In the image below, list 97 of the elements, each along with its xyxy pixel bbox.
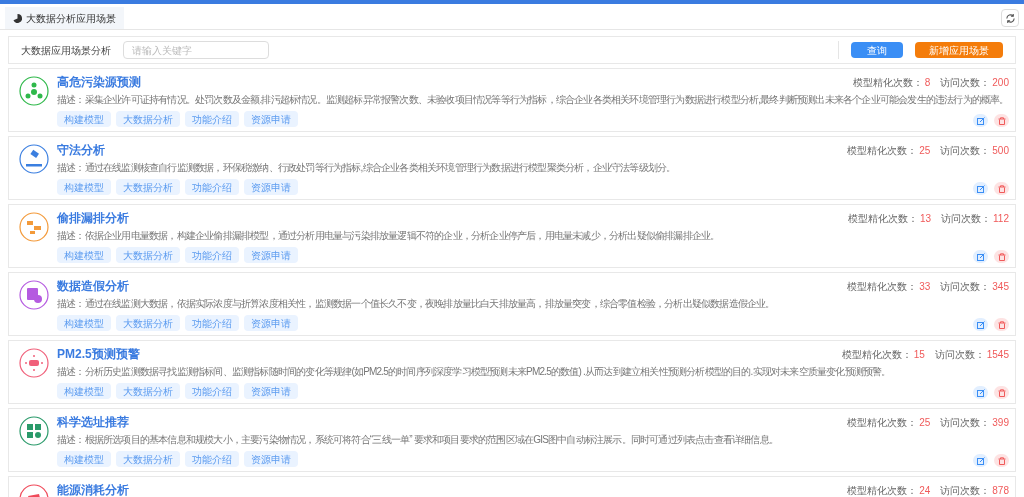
- stat-value: 345: [992, 279, 1009, 294]
- stat-label: 访问次数：: [934, 347, 985, 362]
- scenario-description: 描述：根据所选项目的基本信息和规模大小，主要污染物情况，系统可将符合“三线一单” 要求和项目要求的范围区域在GIS图中自动标注展示。同时可通过列表点击查看详细信息。: [57, 433, 780, 447]
- tab[interactable]: 大数据分析应用场景: [5, 7, 124, 29]
- tag-button[interactable]: 资源申请: [244, 315, 298, 331]
- scenario-title[interactable]: PM2.5预测预警: [57, 345, 140, 363]
- stat-value: 500: [992, 143, 1009, 158]
- delete-button[interactable]: [994, 114, 1009, 127]
- delete-button[interactable]: [994, 386, 1009, 399]
- edit-icon: [976, 116, 985, 125]
- search-field[interactable]: 请输入关键字: [123, 41, 269, 59]
- stat-value: 33: [919, 279, 931, 294]
- delete-button[interactable]: [994, 250, 1009, 263]
- stat-label: 访问次数：: [940, 483, 991, 497]
- stat-value: 15: [913, 347, 925, 362]
- tag-button[interactable]: 资源申请: [244, 383, 298, 399]
- scenario-description: 描述：采集企业许可证持有情况。处罚次数及金额.排污超标情况。监测超标异常报警次数、未验收项目情况等等行为指标，综合企业各类相关环境管理行为数据进行模型分析,最终判断预测出未来各个企业可能会发生的违法行为的概率。: [57, 93, 1009, 107]
- tag-button[interactable]: 资源申请: [244, 179, 298, 195]
- tag-button[interactable]: 构建模型: [57, 179, 111, 195]
- tag-button[interactable]: 资源申请: [244, 111, 298, 127]
- stat-label: 访问次数：: [940, 279, 991, 294]
- edit-button[interactable]: [973, 250, 988, 263]
- edit-button[interactable]: [973, 114, 988, 127]
- tag-button[interactable]: 功能介绍: [185, 451, 239, 467]
- trash-icon: [997, 116, 1006, 125]
- stat-label: 访问次数：: [941, 211, 992, 226]
- scenario-title[interactable]: 高危污染源预测: [57, 73, 141, 91]
- stat-label: 模型精化次数：: [847, 143, 918, 158]
- scenario-title[interactable]: 数据造假分析: [57, 277, 129, 295]
- tag-button[interactable]: 资源申请: [244, 451, 298, 467]
- stat-value: 24: [919, 483, 931, 497]
- trash-icon: [997, 388, 1006, 397]
- scenario-title[interactable]: 偷排漏排分析: [57, 209, 129, 227]
- edit-icon: [976, 252, 985, 261]
- stat-value: 25: [919, 415, 931, 430]
- edit-icon: [976, 456, 985, 465]
- delete-button[interactable]: [994, 454, 1009, 467]
- search-label: 大数据应用场景分析: [21, 43, 111, 58]
- tag-button[interactable]: 功能介绍: [185, 247, 239, 263]
- stat-value: 25: [919, 143, 931, 158]
- trash-icon: [997, 252, 1006, 261]
- scenario-title[interactable]: 能源消耗分析: [57, 481, 129, 497]
- stat-label: 访问次数：: [940, 75, 991, 90]
- tag-button[interactable]: 构建模型: [57, 247, 111, 263]
- scenario-description: 描述：分析历史监测数据寻找监测指标间、监测指标随时间的变化等规律(如PM2.5的时间序列深度学习模型预测未来PM2.5的数值) .从而达到建立相关性预测分析模型的目的.实现对未来空质量变化预测预警。: [57, 365, 892, 379]
- tag-button[interactable]: 大数据分析: [116, 383, 180, 399]
- scenario-title[interactable]: 守法分析: [57, 141, 105, 159]
- trash-icon: [997, 184, 1006, 193]
- stat-label: 模型精化次数：: [852, 75, 923, 90]
- tag-button[interactable]: 大数据分析: [116, 179, 180, 195]
- tag-button[interactable]: 大数据分析: [116, 111, 180, 127]
- stat-value: 878: [992, 483, 1009, 497]
- tag-button[interactable]: 功能介绍: [185, 315, 239, 331]
- stat-value: 112: [993, 211, 1009, 226]
- tag-button[interactable]: 资源申请: [244, 247, 298, 263]
- tag-button[interactable]: 功能介绍: [185, 111, 239, 127]
- delete-button[interactable]: [994, 182, 1009, 195]
- tag-button[interactable]: 大数据分析: [116, 315, 180, 331]
- edit-icon: [976, 184, 985, 193]
- edit-icon: [976, 388, 985, 397]
- scenario-title[interactable]: 科学选址推荐: [57, 413, 129, 431]
- tag-button[interactable]: 大数据分析: [116, 247, 180, 263]
- scenario-description: 描述：通过在线监测大数据，依据实际浓度与折算浓度相关性，监测数据一个值长久不变，夜晚排放量比白天排放量高，排放量突变，综合零值检验，分析出疑似数据造假企业。: [57, 297, 776, 311]
- edit-button[interactable]: [973, 454, 988, 467]
- scenario-description: 描述：依据企业用电量数据，构建企业偷排漏排模型，通过分析用电量与污染排放量逻辑不符的企业，分析企业停产后，用电量未减少，分析出疑似偷排漏排企业。: [57, 229, 721, 243]
- stat-label: 模型精化次数：: [847, 211, 918, 226]
- tag-button[interactable]: 功能介绍: [185, 179, 239, 195]
- stat-label: 模型精化次数：: [847, 279, 918, 294]
- tag-button[interactable]: 功能介绍: [185, 383, 239, 399]
- trash-icon: [997, 456, 1006, 465]
- add-button[interactable]: 新增应用场景: [915, 42, 1003, 58]
- scenario-description: 描述：通过在线监测核查自行监测数据，环保税缴纳、行政处罚等行为指标,综合企业各类相关环境管理行为数据进行模型聚类分析，企业守法等级划分。: [57, 161, 677, 175]
- stat-label: 访问次数：: [940, 143, 991, 158]
- stat-value: 13: [919, 211, 932, 226]
- edit-button[interactable]: [973, 182, 988, 195]
- tag-button[interactable]: 构建模型: [57, 111, 111, 127]
- delete-button[interactable]: [994, 318, 1009, 331]
- edit-button[interactable]: [973, 386, 988, 399]
- edit-button[interactable]: [973, 318, 988, 331]
- edit-icon: [976, 320, 985, 329]
- refresh-button[interactable]: [1001, 9, 1019, 27]
- stat-label: 模型精化次数：: [847, 415, 918, 430]
- trash-icon: [997, 320, 1006, 329]
- stat-value: 8: [924, 75, 931, 90]
- query-button[interactable]: 查询: [851, 42, 903, 58]
- stat-value: 200: [992, 75, 1009, 90]
- stat-label: 模型精化次数：: [841, 347, 912, 362]
- stat-label: 模型精化次数：: [847, 483, 918, 497]
- stat-value: 1545: [986, 347, 1009, 362]
- tag-button[interactable]: 构建模型: [57, 383, 111, 399]
- pie-chart-icon: [13, 13, 22, 23]
- stat-value: 399: [992, 415, 1009, 430]
- refresh-icon: [1004, 12, 1016, 24]
- tag-button[interactable]: 构建模型: [57, 451, 111, 467]
- stat-label: 访问次数：: [940, 415, 991, 430]
- tag-button[interactable]: 大数据分析: [116, 451, 180, 467]
- tag-button[interactable]: 构建模型: [57, 315, 111, 331]
